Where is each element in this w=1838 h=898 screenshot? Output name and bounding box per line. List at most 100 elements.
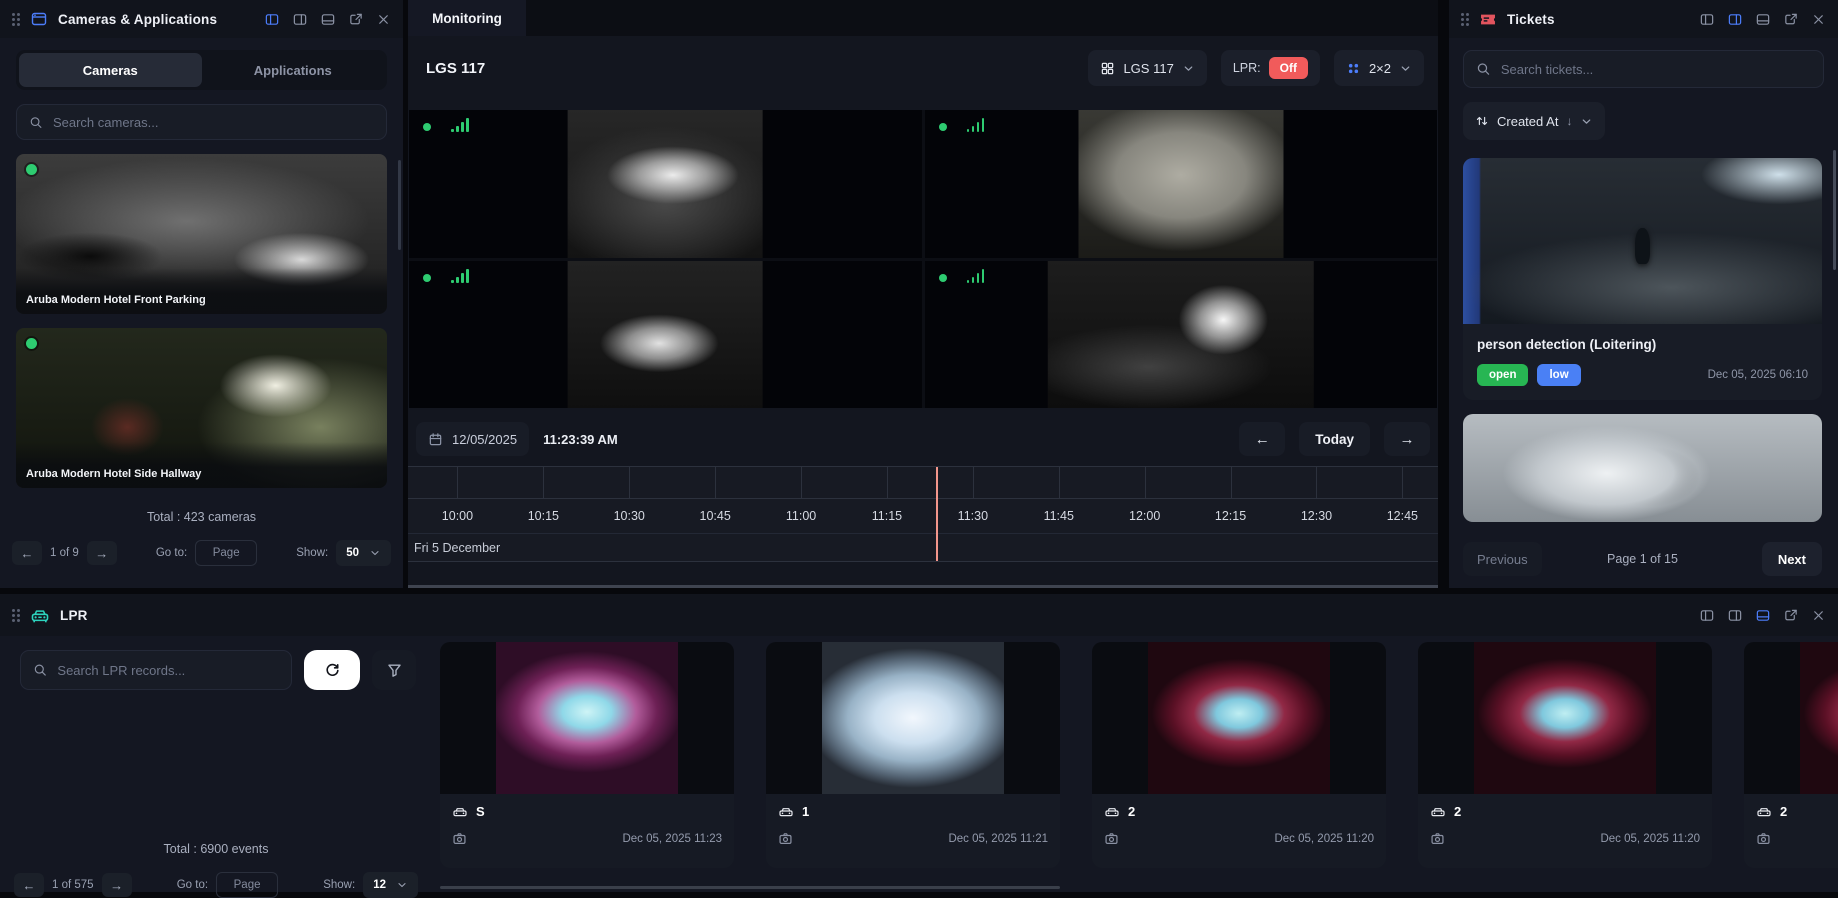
cameras-next-page-button[interactable]: → — [86, 541, 117, 565]
cameras-goto-page-input[interactable] — [195, 540, 258, 566]
dock-right-icon[interactable] — [1727, 608, 1743, 623]
stream-online-dot — [938, 123, 947, 131]
plate-image — [766, 642, 1060, 794]
monitoring-hscrollbar[interactable] — [408, 585, 1438, 588]
cameras-prev-page-button[interactable]: ← — [12, 541, 42, 565]
cameras-pagination: ← 1 of 9 → Go to: Show: 50 — [12, 540, 391, 566]
drag-handle-icon[interactable] — [1461, 12, 1469, 26]
tickets-search-input[interactable] — [1500, 61, 1811, 77]
lpr-record-timestamp: Dec 05, 2025 11:20 — [1600, 832, 1700, 845]
tab-applications[interactable]: Applications — [202, 53, 385, 87]
plate-number: 2 — [1454, 804, 1462, 819]
lpr-record-card[interactable]: 2 Dec 05, 2025 11:20 — [1744, 642, 1838, 868]
cameras-scrollbar[interactable] — [398, 160, 401, 250]
plate-number: 1 — [802, 804, 810, 819]
timeline-back-button[interactable]: ← — [1239, 422, 1286, 456]
close-icon[interactable] — [1811, 12, 1826, 27]
timeline-playhead[interactable] — [936, 467, 939, 561]
dock-bottom-icon[interactable] — [1755, 608, 1771, 623]
tick-label: 12:00 — [1129, 509, 1161, 523]
tick-label: 11:45 — [1043, 509, 1074, 523]
tick-label: 12:30 — [1300, 509, 1333, 523]
lpr-show-select[interactable]: 12 — [363, 872, 418, 898]
current-time: 11:23:39 AM — [543, 431, 618, 447]
dock-bottom-icon[interactable] — [1755, 12, 1771, 27]
signal-bars-icon — [451, 118, 469, 132]
tickets-scrollbar[interactable] — [1833, 150, 1836, 270]
camera-group-value: LGS 117 — [1123, 60, 1174, 76]
goto-label: Go to: — [176, 879, 209, 891]
camera-card-side-hallway[interactable]: Aruba Modern Hotel Side Hallway — [16, 328, 387, 488]
today-button[interactable]: Today — [1299, 422, 1370, 456]
camera-photo-icon — [1431, 833, 1444, 844]
camera-card-front-parking[interactable]: Aruba Modern Hotel Front Parking — [16, 154, 387, 314]
lpr-toggle[interactable]: LPR: Off — [1220, 50, 1320, 86]
dock-bottom-icon[interactable] — [320, 12, 336, 27]
ticket-card[interactable]: person detection (Loitering) open low De… — [1463, 158, 1822, 400]
lpr-show-value: 12 — [373, 879, 386, 891]
lpr-goto-page-input[interactable] — [216, 872, 279, 898]
tickets-sort-button[interactable]: Created At ↓ — [1463, 102, 1606, 140]
date-picker[interactable]: 12/05/2025 — [416, 422, 530, 456]
camera-photo-icon — [1105, 833, 1118, 844]
dock-left-icon[interactable] — [1699, 608, 1715, 623]
stream-online-dot — [423, 273, 431, 282]
video-tile-4[interactable] — [924, 260, 1437, 408]
dock-left-icon[interactable] — [1699, 12, 1715, 27]
monitoring-panel: Monitoring LGS 117 LGS 117 LPR: Off 2×2 — [408, 0, 1438, 588]
tick-label: 10:15 — [527, 509, 559, 523]
close-icon[interactable] — [376, 12, 391, 27]
cameras-page-indicator: 1 of 9 — [50, 547, 79, 559]
cameras-search-input[interactable] — [52, 114, 374, 130]
open-external-icon[interactable] — [1783, 608, 1799, 623]
tickets-search — [1463, 50, 1824, 88]
drag-handle-icon[interactable] — [12, 608, 20, 622]
cameras-applications-tabbar: Cameras Applications — [16, 50, 387, 90]
lpr-record-card[interactable]: 2 Dec 05, 2025 11:20 — [1418, 642, 1712, 868]
video-tile-3[interactable] — [409, 260, 922, 408]
tab-monitoring[interactable]: Monitoring — [408, 0, 526, 36]
plate-number: 2 — [1780, 804, 1788, 819]
search-icon — [34, 664, 46, 676]
video-tile-2[interactable] — [924, 110, 1437, 258]
chevron-down-icon — [371, 551, 379, 556]
lpr-refresh-button[interactable] — [304, 650, 360, 690]
open-external-icon[interactable] — [348, 12, 364, 27]
lpr-filter-button[interactable] — [372, 650, 416, 690]
grid-layout-select[interactable]: 2×2 — [1333, 50, 1424, 86]
lpr-record-card[interactable]: S Dec 05, 2025 11:23 — [440, 642, 734, 868]
lpr-hscrollbar[interactable] — [440, 886, 1060, 889]
lpr-record-card[interactable]: 2 Dec 05, 2025 11:20 — [1092, 642, 1386, 868]
timeline-forward-button[interactable]: → — [1384, 422, 1430, 456]
dock-left-icon[interactable] — [264, 12, 280, 27]
lpr-left-column: Total : 6900 events ← 1 of 575 → Go to: … — [0, 636, 432, 898]
camera-photo-icon — [779, 833, 792, 844]
tickets-next-button[interactable]: Next — [1761, 542, 1822, 576]
lpr-toggle-state: Off — [1268, 57, 1308, 79]
open-external-icon[interactable] — [1783, 12, 1799, 27]
lpr-record-card[interactable]: 1 Dec 05, 2025 11:21 — [766, 642, 1060, 868]
tab-cameras[interactable]: Cameras — [19, 53, 202, 87]
lpr-prev-page-button[interactable]: ← — [14, 873, 44, 897]
car-icon — [1105, 807, 1119, 816]
video-stream — [1047, 260, 1314, 408]
ticket-title: person detection (Loitering) — [1477, 337, 1657, 352]
timeline[interactable]: 10:00 10:15 10:30 10:45 11:00 11:15 11:3… — [408, 466, 1438, 562]
drag-handle-icon[interactable] — [12, 12, 20, 26]
plate-image — [1418, 642, 1712, 794]
cameras-show-select[interactable]: 50 — [336, 540, 391, 566]
playback-controls: 12/05/2025 11:23:39 AM ← Today → — [416, 420, 1430, 458]
lpr-next-page-button[interactable]: → — [101, 873, 132, 897]
dots-grid-icon — [1348, 63, 1359, 73]
lpr-search-input[interactable] — [57, 662, 279, 678]
monitoring-toolbar: LGS 117 LGS 117 LPR: Off 2×2 — [408, 36, 1438, 98]
video-tile-1[interactable] — [409, 110, 922, 258]
dock-right-icon[interactable] — [1727, 12, 1743, 27]
signal-bars-icon — [966, 268, 984, 283]
dock-right-icon[interactable] — [292, 12, 308, 27]
tickets-sort-direction: ↓ — [1566, 114, 1573, 128]
close-icon[interactable] — [1811, 608, 1826, 623]
tick-label: 11:00 — [785, 509, 817, 523]
ticket-card[interactable] — [1463, 414, 1822, 522]
camera-group-select[interactable]: LGS 117 — [1088, 50, 1207, 86]
